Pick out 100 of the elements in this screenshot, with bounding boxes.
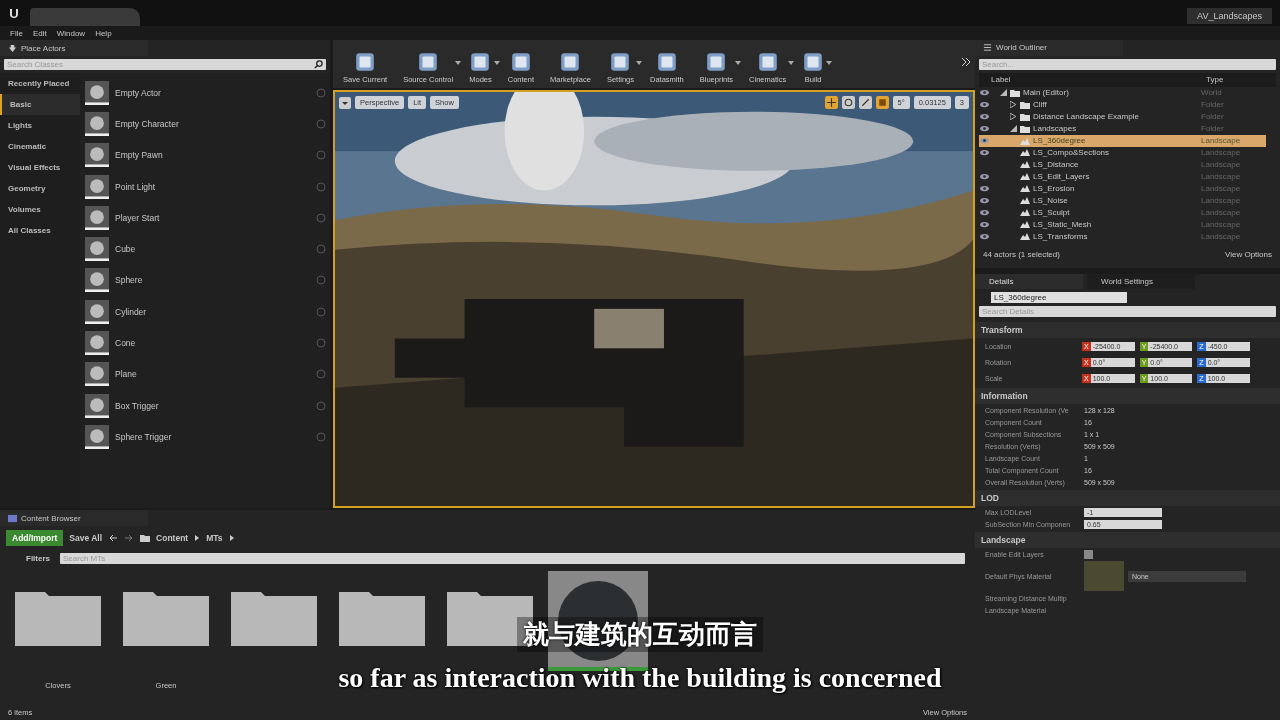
menu-item[interactable]: Help (95, 28, 112, 38)
category-tab[interactable]: Cinematic (0, 136, 80, 157)
tile-icon (559, 51, 582, 73)
landscape-icon (1020, 147, 1030, 158)
thumbnail-icon (85, 111, 109, 136)
actor-name[interactable]: Empty Actor (115, 87, 310, 98)
thumbnail-icon (85, 362, 109, 387)
category-tab[interactable]: Recently Placed (0, 73, 80, 94)
category-tab[interactable]: Geometry (0, 178, 80, 199)
eye-icon[interactable] (979, 196, 990, 204)
project-tab[interactable]: AV_Landscapes (1187, 8, 1272, 24)
landscape-icon (1020, 159, 1030, 170)
caret-icon[interactable] (228, 535, 235, 541)
eye-icon[interactable] (979, 113, 990, 121)
folder-icon (1010, 87, 1020, 98)
tile-icon (705, 51, 728, 73)
eye-icon[interactable] (979, 148, 990, 156)
path-crumb[interactable]: MTs (206, 533, 223, 543)
menu-item[interactable]: File (10, 28, 23, 38)
thumbnail-icon (85, 268, 109, 293)
actor-name[interactable]: Box Trigger (115, 400, 310, 411)
material-thumbnail (1084, 561, 1124, 591)
expander-icon[interactable] (1010, 113, 1017, 121)
tile-icon (609, 51, 632, 73)
tile-icon (655, 51, 678, 73)
thumbnail-icon (85, 174, 109, 199)
save-all-button[interactable]: Save All (69, 533, 103, 543)
eye-icon[interactable] (979, 137, 990, 145)
eye-icon[interactable] (979, 184, 990, 192)
thumbnail-icon (85, 299, 109, 324)
actor-name[interactable]: Plane (115, 369, 310, 380)
name-field[interactable]: LS_360degree (991, 292, 1127, 303)
eye-icon[interactable] (979, 208, 990, 216)
expander-icon[interactable] (1010, 101, 1017, 109)
category-tab[interactable]: Visual Effects (0, 157, 80, 178)
category-tab[interactable]: Volumes (0, 199, 80, 220)
actor-name[interactable]: Empty Pawn (115, 150, 310, 161)
thumbnail-icon (85, 331, 109, 355)
folder-icon (1020, 123, 1030, 134)
eye-icon[interactable] (979, 220, 990, 228)
eye-icon[interactable] (979, 101, 990, 109)
actor-name[interactable]: Cube (115, 244, 310, 255)
actor-name[interactable]: Empty Character (115, 118, 310, 129)
subtitle: 就与建筑的互动而言 (517, 617, 763, 652)
landscape-icon (1020, 207, 1030, 218)
section-header[interactable]: Landscape (975, 532, 1280, 548)
checkbox[interactable] (1084, 549, 1093, 559)
folder-icon (140, 533, 151, 543)
caret-icon[interactable] (194, 535, 201, 541)
tile-icon (802, 51, 825, 73)
tile-icon (354, 51, 377, 73)
tile-icon (417, 51, 440, 73)
search-icon (314, 60, 323, 69)
section-header[interactable]: Information (975, 388, 1280, 404)
panel-tab[interactable]: Details (975, 274, 1083, 289)
tile-icon (469, 51, 492, 73)
column-header[interactable]: Type (1206, 75, 1276, 85)
category-tab[interactable]: Basic (0, 94, 80, 115)
path-crumb[interactable]: Content (156, 533, 189, 543)
eye-icon[interactable] (979, 232, 990, 240)
view-options-button[interactable]: View Options (1225, 250, 1272, 268)
outliner-row[interactable]: LS_360degree Landscape (979, 134, 1266, 147)
forward-arrow-icon[interactable] (124, 533, 135, 543)
panel-title: Content Browser (21, 513, 81, 523)
outliner-row[interactable]: Main (Editor) World (979, 86, 1266, 99)
actor-name[interactable]: Sphere Trigger (115, 431, 310, 442)
thumbnail-icon (85, 143, 109, 168)
panel-title: World Outliner (996, 43, 1047, 53)
subtitle: so far as interaction with the building is concerned (338, 662, 942, 694)
expander-icon[interactable] (1000, 89, 1007, 97)
tile-icon (756, 51, 779, 73)
actor-name[interactable]: Cone (115, 338, 310, 348)
panel-tab[interactable]: World Settings (1087, 274, 1195, 289)
actor-name[interactable]: Sphere (115, 275, 310, 286)
eye-icon[interactable] (979, 89, 990, 97)
column-header[interactable]: Label (979, 75, 1206, 85)
menu-item[interactable]: Edit (32, 28, 47, 38)
section-header[interactable]: Transform (975, 322, 1280, 338)
chevron-icon[interactable] (961, 57, 971, 67)
actor-name[interactable]: Player Start (115, 212, 310, 223)
filters-button[interactable]: Filters (26, 554, 50, 563)
landscape-icon (1020, 183, 1030, 194)
engine-logo-icon (8, 7, 20, 19)
eye-icon[interactable] (979, 172, 990, 180)
thumbnail-icon (85, 205, 109, 230)
menu-item[interactable]: Window (56, 28, 86, 38)
back-arrow-icon[interactable] (108, 533, 119, 543)
section-header[interactable]: LOD (975, 490, 1280, 506)
actor-name[interactable]: Point Light (115, 181, 310, 192)
thumbnail-icon (85, 80, 109, 105)
category-tab[interactable]: All Classes (0, 220, 80, 241)
eye-icon[interactable] (979, 125, 990, 133)
landscape-icon (1020, 219, 1030, 230)
landscape-icon (1020, 231, 1030, 242)
actor-name[interactable]: Cylinder (115, 306, 310, 317)
category-tab[interactable]: Lights (0, 115, 80, 136)
list-icon (983, 43, 992, 53)
expander-icon[interactable] (1010, 125, 1017, 133)
add-import-button[interactable]: Add/Import (6, 530, 64, 546)
thumbnail-icon (85, 393, 109, 418)
